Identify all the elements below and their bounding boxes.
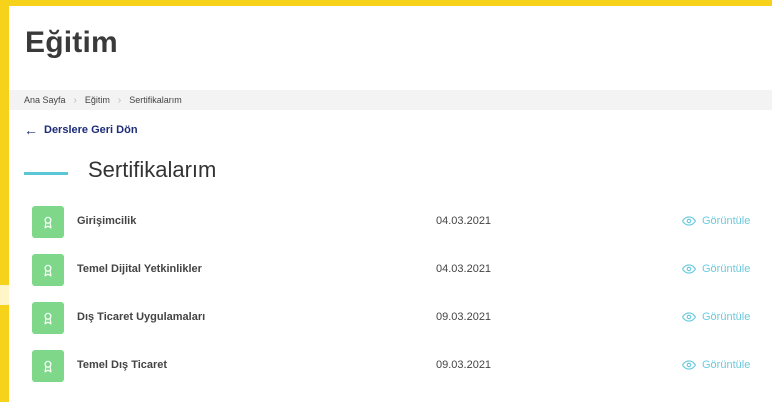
certificate-row: Girişimcilik 04.03.2021 Görüntüle [32, 206, 772, 238]
chevron-right-icon: › [73, 94, 77, 106]
back-link-label: Derslere Geri Dön [44, 124, 138, 136]
certificate-row: Temel Dijital Yetkinlikler 04.03.2021 Gö… [32, 254, 772, 286]
breadcrumb-egitim[interactable]: Eğitim [85, 95, 110, 105]
arrow-left-icon: ← [24, 122, 38, 138]
breadcrumb: Ana Sayfa › Eğitim › Sertifikalarım [9, 90, 772, 110]
award-icon [32, 206, 64, 238]
view-certificate-button[interactable]: Görüntüle [682, 358, 750, 372]
view-certificate-button[interactable]: Görüntüle [682, 262, 750, 276]
breadcrumb-home[interactable]: Ana Sayfa [24, 95, 66, 105]
view-label: Görüntüle [702, 263, 751, 275]
view-label: Görüntüle [702, 359, 751, 371]
page-header: Eğitim [9, 6, 772, 88]
section-title: Sertifikalarım [88, 157, 217, 182]
certificate-name: Temel Dış Ticaret [77, 359, 168, 371]
page-title: Eğitim [25, 26, 118, 59]
eye-icon [682, 360, 696, 370]
chevron-right-icon: › [117, 94, 122, 106]
certificate-date: 04.03.2021 [436, 215, 492, 227]
certificate-date: 04.03.2021 [436, 263, 492, 275]
breadcrumb-current: Sertifikalarım [129, 95, 182, 105]
certificate-date: 09.03.2021 [436, 311, 492, 323]
view-certificate-button[interactable]: Görüntüle [682, 310, 750, 324]
award-icon [32, 350, 64, 382]
view-label: Görüntüle [702, 215, 751, 227]
certificate-name: Girişimcilik [77, 215, 137, 227]
view-label: Görüntüle [702, 311, 751, 323]
certificate-name: Temel Dijital Yetkinlikler [77, 263, 202, 275]
certificate-row: Dış Ticaret Uygulamaları 09.03.2021 Görü… [32, 302, 772, 334]
view-certificate-button[interactable]: Görüntüle [682, 214, 750, 228]
certificate-date: 09.03.2021 [436, 359, 492, 371]
back-to-lessons-link[interactable]: ← Derslere Geri Dön [24, 122, 138, 138]
left-border [0, 0, 9, 402]
certificate-name: Dış Ticaret Uygulamaları [77, 311, 206, 323]
award-icon [32, 254, 64, 286]
eye-icon [682, 264, 696, 274]
eye-icon [682, 312, 696, 322]
left-border-segment [0, 285, 9, 305]
eye-icon [682, 216, 696, 226]
award-icon [32, 302, 64, 334]
certificate-row: Temel Dış Ticaret 09.03.2021 Görüntüle [32, 350, 772, 382]
section-accent-line [24, 172, 68, 175]
